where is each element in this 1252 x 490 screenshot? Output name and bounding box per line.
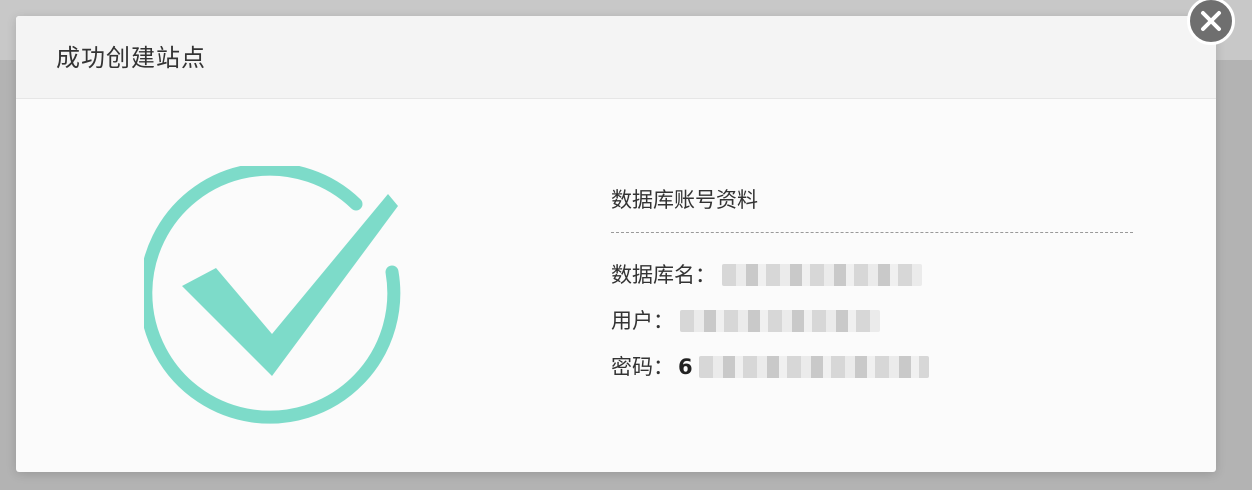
db-name-label: 数据库名：: [611, 263, 716, 287]
dashed-divider: [611, 232, 1133, 233]
dialog-title: 成功创建站点: [56, 44, 206, 72]
close-icon: [1201, 11, 1221, 31]
dialog-header: 成功创建站点: [16, 16, 1216, 99]
database-account-info: 数据库账号资料 数据库名： 用户： 密码： 6: [611, 186, 1136, 379]
database-info-title: 数据库账号资料: [611, 188, 758, 212]
user-row: 用户：: [611, 306, 880, 336]
success-check-icon: [144, 166, 401, 424]
user-label: 用户：: [611, 309, 674, 333]
user-value-redacted: [680, 310, 880, 332]
site-created-dialog: 成功创建站点 数据库账号资料 数据库名： 用户： 密码： 6: [16, 16, 1216, 472]
password-label: 密码：: [611, 355, 674, 379]
db-name-value-redacted: [722, 264, 922, 286]
password-value-prefix: 6: [678, 355, 693, 379]
password-row: 密码： 6: [611, 352, 929, 382]
db-name-row: 数据库名：: [611, 260, 922, 290]
password-value-redacted: [698, 356, 929, 378]
